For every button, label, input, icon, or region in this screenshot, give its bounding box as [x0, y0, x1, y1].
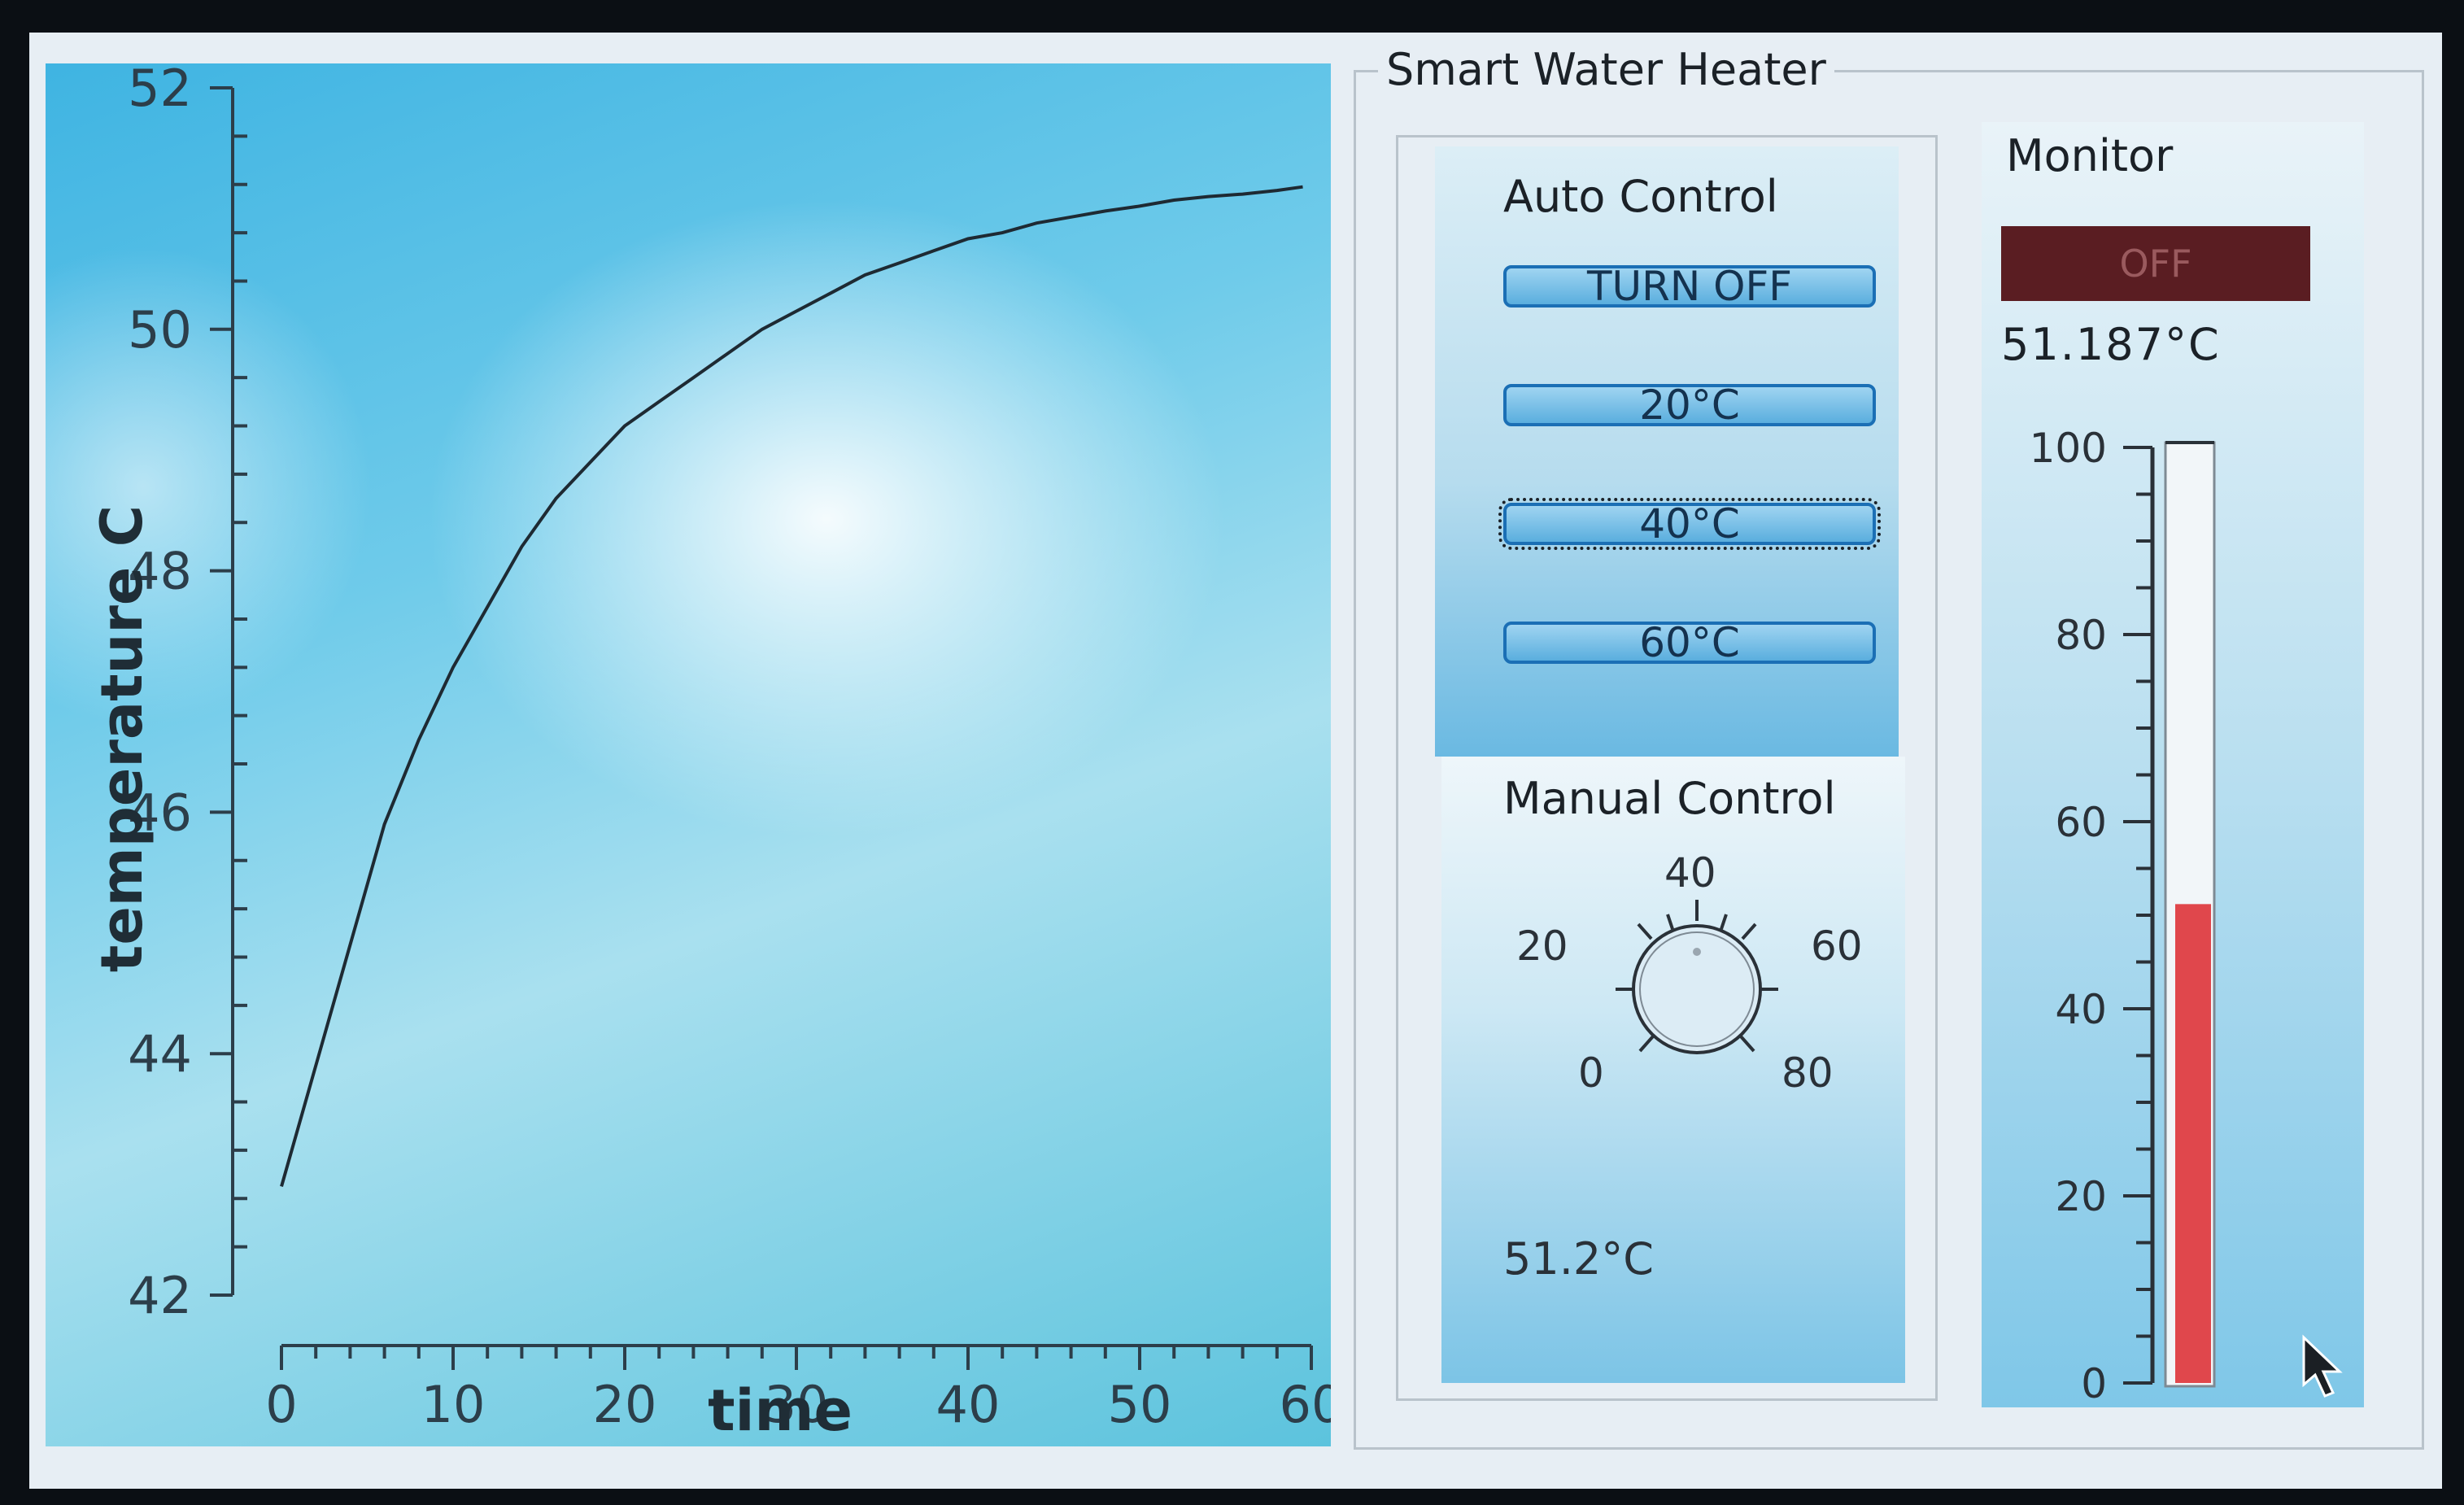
- dial-label-20: 20: [1516, 923, 1568, 970]
- heater-status-badge: OFF: [2001, 226, 2310, 301]
- temperature-series-line: [280, 185, 1303, 1187]
- thermo-tick-label: 20: [2055, 1173, 2107, 1220]
- x-tick-label: 10: [421, 1375, 486, 1434]
- x-tick-label: 0: [265, 1375, 297, 1434]
- monitor-panel: 100 80 60 40 20 0: [1982, 122, 2364, 1407]
- thermo-fill: [2175, 904, 2211, 1383]
- thermo-tick-label: 80: [2055, 612, 2107, 659]
- monitor-title: Monitor: [2006, 130, 2174, 181]
- manual-control-title: Manual Control: [1503, 773, 1836, 824]
- x-tick-label: 50: [1108, 1375, 1172, 1434]
- set-40c-button[interactable]: 40°C: [1498, 498, 1881, 550]
- y-axis-title: temperature C: [89, 505, 155, 972]
- y-tick-label: 42: [128, 1266, 192, 1325]
- x-axis-title: time: [708, 1377, 853, 1444]
- dial-label-40: 40: [1664, 849, 1716, 896]
- thermo-tick-label: 40: [2055, 986, 2107, 1033]
- thermo-tick-label: 0: [2081, 1360, 2107, 1407]
- thermo-tick-label: 100: [2030, 425, 2107, 472]
- thermometer: 100 80 60 40 20 0: [2030, 425, 2216, 1407]
- set-60c-button[interactable]: 60°C: [1503, 622, 1876, 664]
- mouse-pointer-icon: [2302, 1334, 2343, 1398]
- y-tick-label: 50: [128, 300, 192, 360]
- dial-label-60: 60: [1811, 923, 1863, 970]
- x-tick-label: 40: [936, 1375, 1001, 1434]
- temperature-chart: 42 44 46 48 50 52 0 10 20 30 40 50 60 time temperature…: [46, 63, 1331, 1446]
- app-screen: 42 44 46 48 50 52 0 10 20 30 40 50 60 time temperature…: [29, 33, 2442, 1489]
- x-tick-label: 60: [1280, 1375, 1331, 1434]
- turn-off-button[interactable]: TURN OFF: [1503, 265, 1876, 308]
- x-tick-label: 20: [593, 1375, 657, 1434]
- current-temperature-readout: 51.187°C: [2001, 319, 2221, 370]
- y-tick-label: 52: [128, 63, 192, 118]
- auto-control-title: Auto Control: [1503, 171, 1778, 222]
- temperature-dial[interactable]: [1591, 892, 1803, 1054]
- set-20c-button[interactable]: 20°C: [1503, 384, 1876, 426]
- heater-group-title: Smart Water Heater: [1378, 44, 1834, 95]
- dial-label-80: 80: [1781, 1049, 1834, 1097]
- dial-label-0: 0: [1578, 1049, 1604, 1097]
- thermo-tick-label: 60: [2055, 799, 2107, 846]
- chart-canvas: 4244464850520 10 20 30 40 50 60timetemperature…: [89, 63, 1331, 1444]
- dial-knob-indicator: [1693, 948, 1701, 956]
- manual-temperature-readout: 51.2°C: [1503, 1233, 1654, 1285]
- y-tick-label: 44: [128, 1024, 192, 1084]
